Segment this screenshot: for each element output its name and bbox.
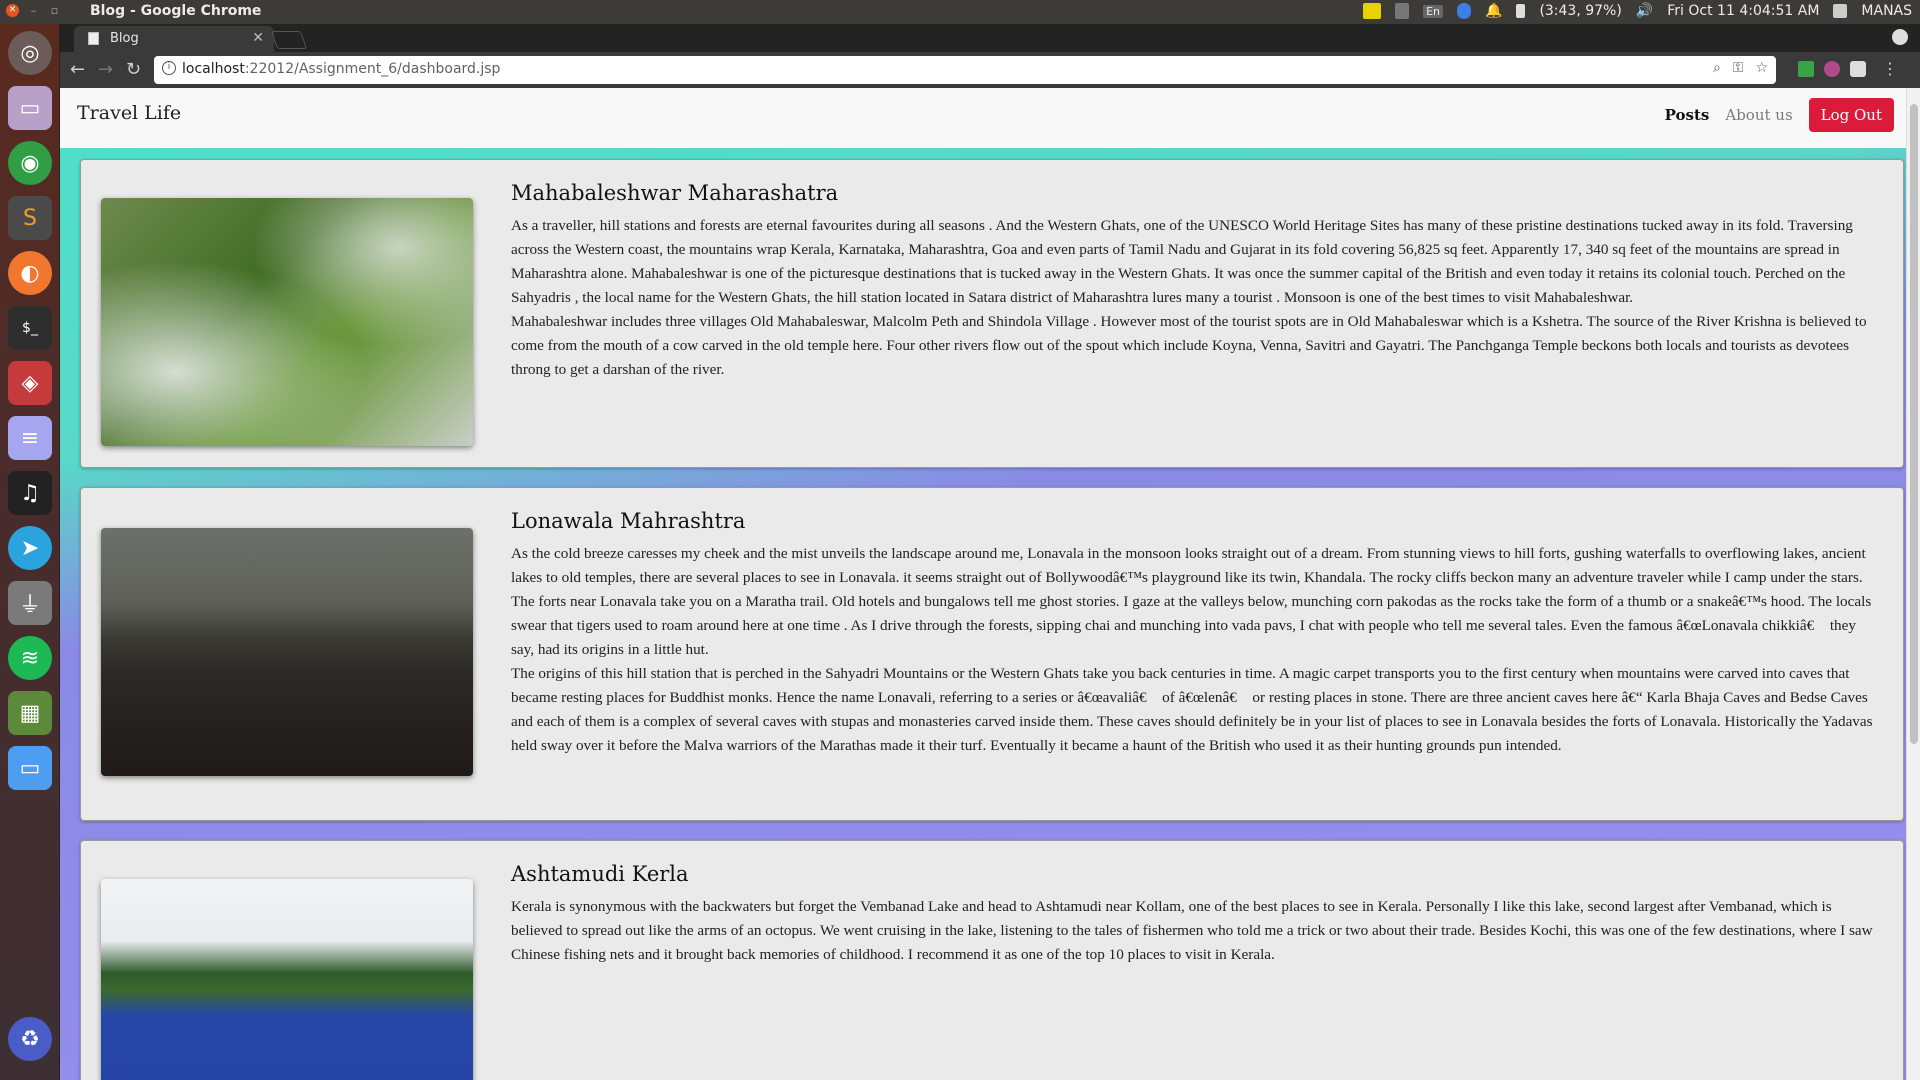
spotify-icon[interactable]: ≋	[8, 636, 52, 680]
new-tab-button[interactable]	[270, 31, 308, 49]
browser-toolbar: ← → ↻ i localhost:22012/Assignment_6/das…	[60, 52, 1920, 88]
text-editor-icon[interactable]: ≡	[8, 416, 52, 460]
network-icon[interactable]	[1395, 3, 1410, 19]
tab-title: Blog	[110, 31, 139, 46]
battery-icon[interactable]	[1516, 4, 1526, 18]
omnibox-actions: ⌕ ⚿ ☆	[1713, 60, 1768, 76]
terminal-icon[interactable]: $_	[8, 306, 52, 350]
reload-icon[interactable]: ↻	[126, 59, 141, 80]
trash-icon[interactable]: ♻	[8, 1017, 52, 1061]
profile-icon[interactable]	[1892, 29, 1908, 45]
zoom-icon[interactable]: ⌕	[1713, 60, 1721, 76]
system-tray: En 🔔 (3:43, 97%) 🔊 Fri Oct 11 4:04:51 AM…	[1363, 3, 1912, 19]
post-paragraph: Mahabaleshwar includes three villages Ol…	[511, 313, 1867, 378]
download-extension-icon[interactable]	[1798, 61, 1814, 77]
session-icon[interactable]	[1833, 4, 1848, 18]
clock[interactable]: Fri Oct 11 4:04:51 AM	[1667, 3, 1819, 19]
post-body: As the cold breeze caresses my cheek and…	[511, 542, 1881, 758]
nav-links: Posts About us Log Out	[1665, 98, 1894, 132]
files-icon[interactable]: ▭	[8, 86, 52, 130]
post-paragraph: As a traveller, hill stations and forest…	[511, 217, 1853, 306]
nav-posts-link[interactable]: Posts	[1665, 106, 1710, 124]
firefox-icon[interactable]: ◐	[8, 251, 52, 295]
window-controls: ✕ – ▫	[6, 4, 61, 17]
bookmark-star-icon[interactable]: ☆	[1755, 60, 1768, 76]
page-scrollbar[interactable]	[1906, 88, 1920, 1080]
sublime-text-icon[interactable]: S	[8, 196, 52, 240]
user-name[interactable]: MANAS	[1861, 3, 1912, 19]
window-minimize-button[interactable]: –	[27, 4, 40, 17]
post-title: Mahabaleshwar Maharashatra	[511, 181, 839, 205]
chrome-icon[interactable]: ◉	[8, 141, 52, 185]
system-top-panel: ✕ – ▫ Blog - Google Chrome En 🔔 (3:43, 9…	[0, 0, 1920, 24]
scrollbar-thumb[interactable]	[1910, 104, 1918, 744]
key-icon[interactable]: ⚿	[1733, 60, 1744, 76]
forward-icon[interactable]: →	[98, 59, 113, 80]
shield-extension-icon[interactable]	[1850, 61, 1866, 77]
telegram-icon[interactable]: ➤	[8, 526, 52, 570]
folder-icon[interactable]: ▭	[8, 746, 52, 790]
post-title: Lonawala Mahrashtra	[511, 509, 746, 533]
post-image	[101, 528, 473, 776]
page-icon	[88, 32, 99, 45]
post-image	[101, 879, 473, 1080]
tab-strip: Blog ✕	[60, 24, 1920, 52]
post-card: Mahabaleshwar Maharashatra As a travelle…	[80, 159, 1904, 468]
window-close-button[interactable]: ✕	[6, 4, 19, 17]
extension-icon[interactable]	[1824, 61, 1840, 77]
battery-status[interactable]: (3:43, 97%)	[1539, 3, 1621, 19]
window-maximize-button[interactable]: ▫	[48, 4, 61, 17]
post-title: Ashtamudi Kerla	[511, 862, 689, 886]
back-icon[interactable]: ←	[70, 59, 85, 80]
post-paragraph: The origins of this hill station that is…	[511, 665, 1873, 754]
launcher-sidebar: ◎ ▭ ◉ S ◐ $_ ◈ ≡ ♫ ➤ ⏚ ≋ ▦ ▭ ♻	[0, 24, 60, 1080]
notes-icon[interactable]	[1363, 3, 1382, 19]
minecraft-icon[interactable]: ▦	[8, 691, 52, 735]
post-paragraph: As the cold breeze caresses my cheek and…	[511, 545, 1872, 658]
post-card: Lonawala Mahrashtra As the cold breeze c…	[80, 487, 1904, 821]
tab-blog[interactable]: Blog ✕	[74, 26, 274, 52]
window-title: Blog - Google Chrome	[90, 3, 262, 19]
menu-icon[interactable]: ⋮	[1882, 59, 1898, 78]
browser-chrome: Blog ✕ ← → ↻ i localhost:22012/Assignmen…	[60, 24, 1920, 88]
bluetooth-icon[interactable]	[1457, 3, 1471, 19]
post-paragraph: Kerala is synonymous with the backwaters…	[511, 898, 1873, 963]
music-icon[interactable]: ♫	[8, 471, 52, 515]
post-body: Kerala is synonymous with the backwaters…	[511, 895, 1881, 967]
keyboard-layout[interactable]: En	[1423, 4, 1443, 18]
site-brand[interactable]: Travel Life	[77, 102, 181, 124]
volume-icon[interactable]: 🔊	[1636, 3, 1653, 19]
web-page: Travel Life Posts About us Log Out Mahab…	[60, 88, 1906, 1080]
url-host: localhost	[182, 61, 245, 77]
post-card: Ashtamudi Kerla Kerala is synonymous wit…	[80, 840, 1904, 1080]
software-center-icon[interactable]: ◈	[8, 361, 52, 405]
logout-button[interactable]: Log Out	[1808, 98, 1894, 132]
tab-close-icon[interactable]: ✕	[252, 30, 264, 46]
post-body: As a traveller, hill stations and forest…	[511, 214, 1881, 382]
address-bar[interactable]: i localhost:22012/Assignment_6/dashboard…	[154, 56, 1776, 84]
site-info-icon[interactable]: i	[162, 61, 176, 75]
notification-icon[interactable]: 🔔	[1485, 3, 1502, 19]
url-path: :22012/Assignment_6/dashboard.jsp	[244, 61, 501, 77]
dash-home-icon[interactable]: ◎	[8, 31, 52, 75]
usb-icon[interactable]: ⏚	[8, 581, 52, 625]
site-navbar: Travel Life Posts About us Log Out	[60, 88, 1906, 148]
post-image	[101, 198, 473, 446]
nav-about-link[interactable]: About us	[1725, 106, 1792, 124]
